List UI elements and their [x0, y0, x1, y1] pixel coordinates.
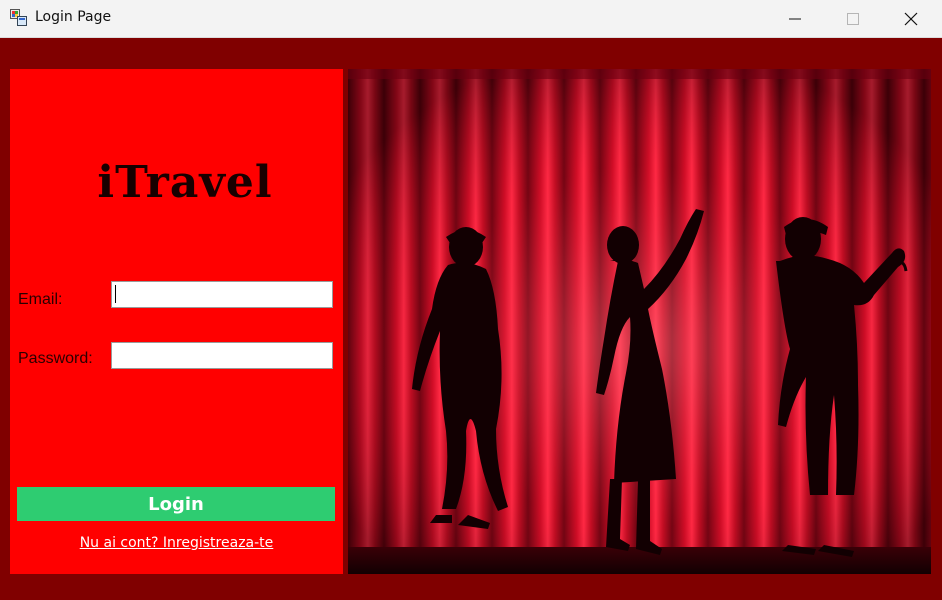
theater-image — [348, 69, 931, 574]
email-field[interactable] — [111, 281, 333, 308]
text-caret — [115, 285, 116, 303]
brand-title: iTravel — [97, 157, 273, 208]
close-button[interactable] — [882, 0, 940, 37]
window-title: Login Page — [35, 9, 112, 25]
maximize-icon — [847, 12, 859, 25]
register-link[interactable]: Nu ai cont? Inregistreaza-te — [10, 535, 343, 551]
minimize-icon — [789, 18, 801, 19]
minimize-button[interactable] — [766, 0, 824, 37]
app-icon — [10, 9, 27, 26]
email-label: Email: — [18, 291, 63, 308]
login-button[interactable]: Login — [17, 487, 335, 521]
window-client-area: iTravel Email: Password: Login Nu ai con… — [0, 38, 942, 600]
maximize-button[interactable] — [824, 0, 882, 37]
password-label: Password: — [18, 350, 93, 367]
theater-curtain-image — [348, 69, 931, 574]
close-icon — [904, 12, 918, 25]
password-field[interactable] — [111, 342, 333, 369]
title-bar: Login Page — [0, 0, 942, 38]
login-form-panel: iTravel Email: Password: Login Nu ai con… — [10, 69, 343, 574]
